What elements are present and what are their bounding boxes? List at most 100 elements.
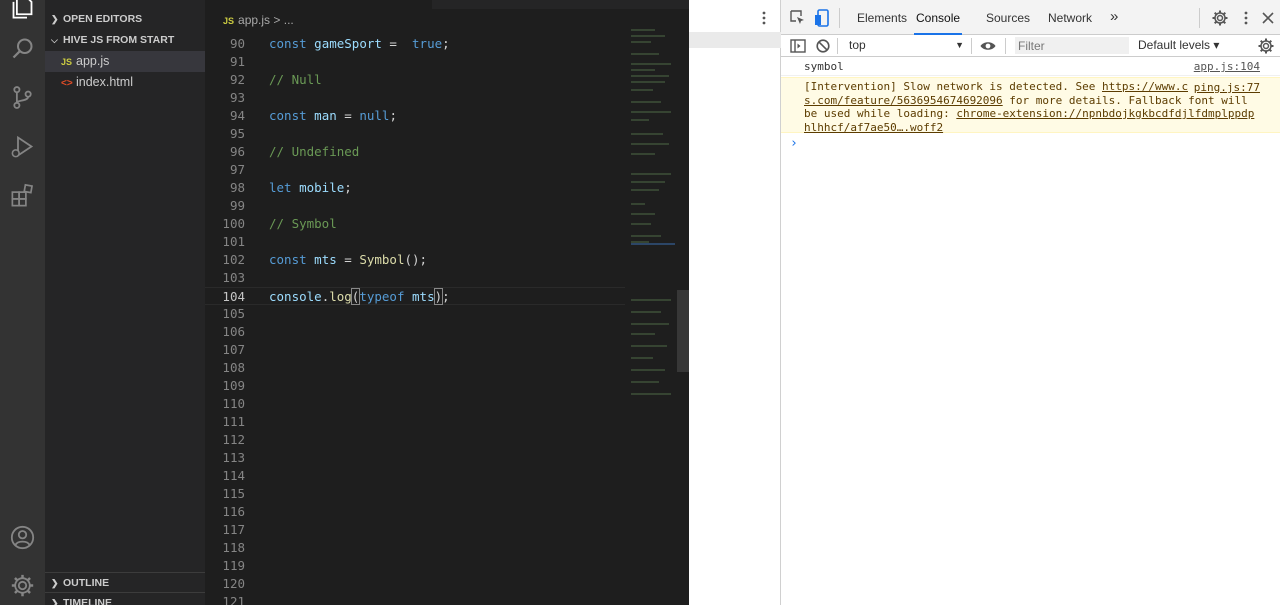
editor-tab-bar: [205, 0, 689, 9]
identifier: man: [314, 108, 337, 123]
explorer-icon[interactable]: [9, 0, 36, 21]
activity-bar: [0, 0, 45, 605]
code-line: 100 // Symbol: [205, 215, 625, 233]
sidebar-toggle-icon[interactable]: [789, 37, 807, 55]
code-line: 96 // Undefined: [205, 143, 625, 161]
warning-source-link[interactable]: ping.js:77: [1187, 81, 1260, 95]
identifier: mts: [314, 252, 337, 267]
breadcrumb: JS app.js > ...: [223, 11, 294, 29]
code-text: const gameSport = true;: [269, 35, 450, 53]
tab-console[interactable]: Console: [914, 0, 963, 35]
line-number: 121: [222, 594, 245, 605]
devtools-panel: Elements Console Sources Network » top ▼…: [689, 0, 1280, 605]
code-line: 105: [205, 305, 625, 323]
operator: =: [381, 36, 413, 51]
run-debug-icon[interactable]: [9, 133, 36, 160]
line-number: 94: [229, 108, 245, 123]
code-line: 117: [205, 521, 625, 539]
log-text: symbol: [804, 60, 844, 73]
timeline-header[interactable]: ❯ TIMELINE: [45, 592, 205, 605]
open-editors-label: OPEN EDITORS: [63, 13, 143, 25]
line-number: 103: [222, 270, 245, 285]
outline-header[interactable]: ❯ OUTLINE: [45, 572, 205, 592]
warning-prefix: [Intervention] Slow network is detected.…: [804, 80, 1103, 93]
code-text: const man = null;: [269, 107, 397, 125]
code-line: 102 const mts = Symbol();: [205, 251, 625, 269]
breadcrumb-file[interactable]: app.js: [238, 13, 270, 27]
breadcrumb-separator: >: [273, 13, 281, 27]
minimap[interactable]: [625, 24, 675, 424]
tab-network[interactable]: Network: [1048, 0, 1092, 35]
console-warning-message: [Intervention] Slow network is detected.…: [781, 77, 1280, 134]
code-line: 101: [205, 233, 625, 251]
operator: =: [336, 252, 360, 267]
console-prompt-icon[interactable]: ›: [790, 136, 798, 151]
more-vertical-icon[interactable]: [755, 9, 773, 27]
code-line: 121: [205, 593, 625, 605]
context-select[interactable]: top ▼: [840, 37, 966, 54]
line-number: 91: [229, 54, 245, 69]
chevron-right-icon: ❯: [51, 598, 59, 605]
line-number: 101: [222, 234, 245, 249]
filter-input[interactable]: [1015, 37, 1129, 54]
console-settings-gear-icon[interactable]: [1257, 37, 1275, 55]
line-number: 109: [222, 378, 245, 393]
more-tabs-button[interactable]: »: [1110, 0, 1118, 35]
code-text: let mobile;: [269, 179, 352, 197]
line-number: 119: [222, 558, 245, 573]
line-number: 104: [222, 289, 245, 304]
code-area[interactable]: 90 const gameSport = true; 91 92 // Null 9…: [205, 35, 625, 605]
identifier: mobile: [299, 180, 345, 195]
line-number: 97: [229, 162, 245, 177]
file-item-app-js[interactable]: JS app.js: [45, 51, 205, 72]
line-number: 115: [222, 486, 245, 501]
close-icon[interactable]: [1259, 9, 1277, 27]
code-line: 93: [205, 89, 625, 107]
context-value: top: [849, 38, 866, 52]
tab-sources[interactable]: Sources: [986, 0, 1030, 35]
code-line: 103: [205, 269, 625, 287]
source-control-icon[interactable]: [9, 84, 36, 111]
line-number: 112: [222, 432, 245, 447]
more-vertical-icon[interactable]: [1237, 9, 1255, 27]
keyword: typeof: [359, 289, 405, 304]
terminator: ;: [442, 289, 450, 304]
outline-label: OUTLINE: [63, 577, 110, 589]
open-editors-header[interactable]: ❯ OPEN EDITORS: [45, 9, 205, 29]
dropdown-arrow-icon: ▼: [955, 40, 964, 50]
live-expression-eye-icon[interactable]: [979, 37, 997, 55]
settings-gear-icon[interactable]: [1211, 9, 1229, 27]
code-editor: JS app.js > ... 90 const gameSport = true;…: [205, 0, 689, 605]
log-source-link[interactable]: app.js:104: [1194, 58, 1260, 76]
manage-gear-icon[interactable]: [9, 572, 36, 599]
chevron-right-icon: ❯: [51, 14, 59, 24]
toolbar-divider: [1199, 8, 1200, 28]
log-levels-select[interactable]: Default levels ▾: [1138, 37, 1219, 54]
editor-scrollbar[interactable]: [677, 290, 689, 372]
file-name: index.html: [76, 75, 133, 89]
inspect-element-icon[interactable]: [789, 9, 807, 27]
tab-elements[interactable]: Elements: [857, 0, 907, 35]
comment: // Symbol: [269, 216, 337, 231]
page-viewport: [689, 0, 781, 605]
file-item-index-html[interactable]: <> index.html: [45, 72, 205, 93]
folder-header[interactable]: ⌵ HIVE JS FROM START: [45, 30, 205, 50]
code-line: 110: [205, 395, 625, 413]
operator: =: [336, 108, 360, 123]
device-toolbar-icon[interactable]: [814, 9, 832, 27]
code-text: const mts = Symbol();: [269, 251, 427, 269]
line-number: 118: [222, 540, 245, 555]
breadcrumb-more[interactable]: ...: [284, 13, 294, 27]
clear-console-icon[interactable]: [814, 37, 832, 55]
search-icon[interactable]: [9, 35, 36, 62]
code-line: 112: [205, 431, 625, 449]
terminator: ;: [442, 36, 450, 51]
code-line: 94 const man = null;: [205, 107, 625, 125]
comment: // Undefined: [269, 144, 360, 159]
account-icon[interactable]: [9, 524, 36, 551]
tab-app-js[interactable]: [205, 0, 432, 9]
comment: // Null: [269, 72, 322, 87]
console-output[interactable]: symbol app.js:104 [Intervention] Slow ne…: [781, 58, 1280, 605]
line-number: 113: [222, 450, 245, 465]
extensions-icon[interactable]: [9, 182, 36, 209]
